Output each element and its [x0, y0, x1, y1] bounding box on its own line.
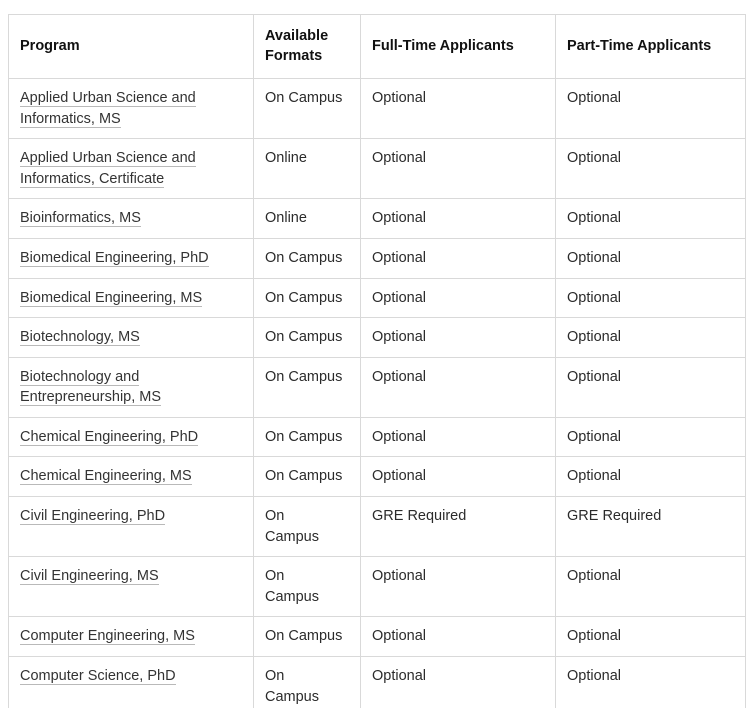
- page-root: Program Available Formats Full-Time Appl…: [0, 0, 753, 708]
- part-time-applicants-cell: Optional: [555, 616, 746, 657]
- column-header-full-time-applicants: Full-Time Applicants: [360, 13, 556, 80]
- part-time-applicants-cell: Optional: [555, 456, 746, 498]
- table-row: Civil Engineering, MS On Campus Optional…: [8, 556, 746, 618]
- part-time-applicants-cell: Optional: [555, 317, 746, 358]
- part-time-applicants-cell: Optional: [555, 238, 746, 279]
- column-header-part-time-applicants: Part-Time Applicants: [555, 13, 746, 80]
- table-row: Civil Engineering, PhD On Campus GRE Req…: [8, 496, 746, 558]
- full-time-applicants-cell: Optional: [360, 317, 556, 358]
- program-cell: Civil Engineering, MS: [8, 556, 254, 618]
- table-row: Applied Urban Science and Informatics, C…: [8, 138, 746, 200]
- program-link[interactable]: Biotechnology and Entrepreneurship, MS: [20, 368, 162, 407]
- column-header-available-formats: Available Formats: [253, 13, 361, 80]
- part-time-applicants-cell: Optional: [555, 277, 746, 319]
- part-time-applicants-cell: Optional: [555, 198, 746, 240]
- available-formats-cell: Online: [253, 198, 361, 240]
- program-link[interactable]: Computer Engineering, MS: [20, 628, 195, 646]
- column-header-program: Program: [8, 13, 254, 80]
- program-cell: Bioinformatics, MS: [8, 198, 254, 240]
- program-link[interactable]: Biomedical Engineering, PhD: [20, 250, 209, 268]
- full-time-applicants-cell: Optional: [360, 655, 556, 708]
- full-time-applicants-cell: GRE Required: [360, 496, 556, 558]
- program-link[interactable]: Applied Urban Science and Informatics, C…: [20, 150, 196, 188]
- program-link[interactable]: Chemical Engineering, PhD: [20, 428, 199, 446]
- table-row: Chemical Engineering, MS On Campus Optio…: [8, 456, 746, 498]
- program-cell: Biomedical Engineering, PhD: [8, 238, 254, 279]
- available-formats-cell: On Campus: [253, 356, 361, 418]
- program-link[interactable]: Chemical Engineering, MS: [20, 468, 192, 486]
- full-time-applicants-cell: Optional: [360, 416, 556, 458]
- available-formats-cell: On Campus: [253, 317, 361, 358]
- table-row: Computer Science, PhD On Campus Optional…: [8, 655, 746, 708]
- table-row: Computer Engineering, MS On Campus Optio…: [8, 616, 746, 657]
- program-cell: Biotechnology and Entrepreneurship, MS: [8, 356, 254, 418]
- available-formats-cell: On Campus: [253, 556, 361, 618]
- table-row: Bioinformatics, MS Online Optional Optio…: [8, 198, 746, 240]
- available-formats-cell: On Campus: [253, 277, 361, 319]
- full-time-applicants-cell: Optional: [360, 138, 556, 200]
- program-cell: Biomedical Engineering, MS: [8, 277, 254, 319]
- table-row: Biotechnology, MS On Campus Optional Opt…: [8, 317, 746, 358]
- part-time-applicants-cell: Optional: [555, 655, 746, 708]
- full-time-applicants-cell: Optional: [360, 616, 556, 657]
- table-body: Applied Urban Science and Informatics, M…: [8, 78, 746, 708]
- program-link[interactable]: Bioinformatics, MS: [20, 210, 141, 228]
- full-time-applicants-cell: Optional: [360, 556, 556, 618]
- program-link[interactable]: Applied Urban Science and Informatics, M…: [20, 90, 196, 128]
- available-formats-cell: On Campus: [253, 416, 361, 458]
- full-time-applicants-cell: Optional: [360, 456, 556, 498]
- part-time-applicants-cell: Optional: [555, 416, 746, 458]
- full-time-applicants-cell: Optional: [360, 356, 556, 418]
- available-formats-cell: On Campus: [253, 238, 361, 279]
- full-time-applicants-cell: Optional: [360, 277, 556, 319]
- table-row: Biomedical Engineering, PhD On Campus Op…: [8, 238, 746, 279]
- program-cell: Chemical Engineering, PhD: [8, 416, 254, 458]
- program-link[interactable]: Computer Science, PhD: [20, 667, 176, 685]
- program-link[interactable]: Civil Engineering, MS: [20, 568, 159, 586]
- part-time-applicants-cell: GRE Required: [555, 496, 746, 558]
- program-cell: Applied Urban Science and Informatics, M…: [8, 78, 254, 140]
- part-time-applicants-cell: Optional: [555, 556, 746, 618]
- program-requirements-table-container: Program Available Formats Full-Time Appl…: [8, 13, 746, 708]
- program-link[interactable]: Civil Engineering, PhD: [20, 508, 166, 526]
- full-time-applicants-cell: Optional: [360, 78, 556, 140]
- full-time-applicants-cell: Optional: [360, 198, 556, 240]
- available-formats-cell: Online: [253, 138, 361, 200]
- program-cell: Applied Urban Science and Informatics, C…: [8, 138, 254, 200]
- program-cell: Computer Engineering, MS: [8, 616, 254, 657]
- available-formats-cell: On Campus: [253, 616, 361, 657]
- part-time-applicants-cell: Optional: [555, 356, 746, 418]
- table-header: Program Available Formats Full-Time Appl…: [8, 13, 746, 80]
- table-row: Applied Urban Science and Informatics, M…: [8, 78, 746, 140]
- available-formats-cell: On Campus: [253, 496, 361, 558]
- available-formats-cell: On Campus: [253, 655, 361, 708]
- table-header-row: Program Available Formats Full-Time Appl…: [8, 13, 746, 80]
- program-cell: Computer Science, PhD: [8, 655, 254, 708]
- table-row: Biotechnology and Entrepreneurship, MS O…: [8, 356, 746, 418]
- table-row: Chemical Engineering, PhD On Campus Opti…: [8, 416, 746, 458]
- available-formats-cell: On Campus: [253, 78, 361, 140]
- program-link[interactable]: Biotechnology, MS: [20, 329, 140, 347]
- part-time-applicants-cell: Optional: [555, 138, 746, 200]
- table-row: Biomedical Engineering, MS On Campus Opt…: [8, 277, 746, 319]
- program-link[interactable]: Biomedical Engineering, MS: [20, 289, 203, 307]
- available-formats-cell: On Campus: [253, 456, 361, 498]
- program-cell: Civil Engineering, PhD: [8, 496, 254, 558]
- part-time-applicants-cell: Optional: [555, 78, 746, 140]
- program-cell: Chemical Engineering, MS: [8, 456, 254, 498]
- program-requirements-table: Program Available Formats Full-Time Appl…: [8, 13, 746, 708]
- full-time-applicants-cell: Optional: [360, 238, 556, 279]
- program-cell: Biotechnology, MS: [8, 317, 254, 358]
